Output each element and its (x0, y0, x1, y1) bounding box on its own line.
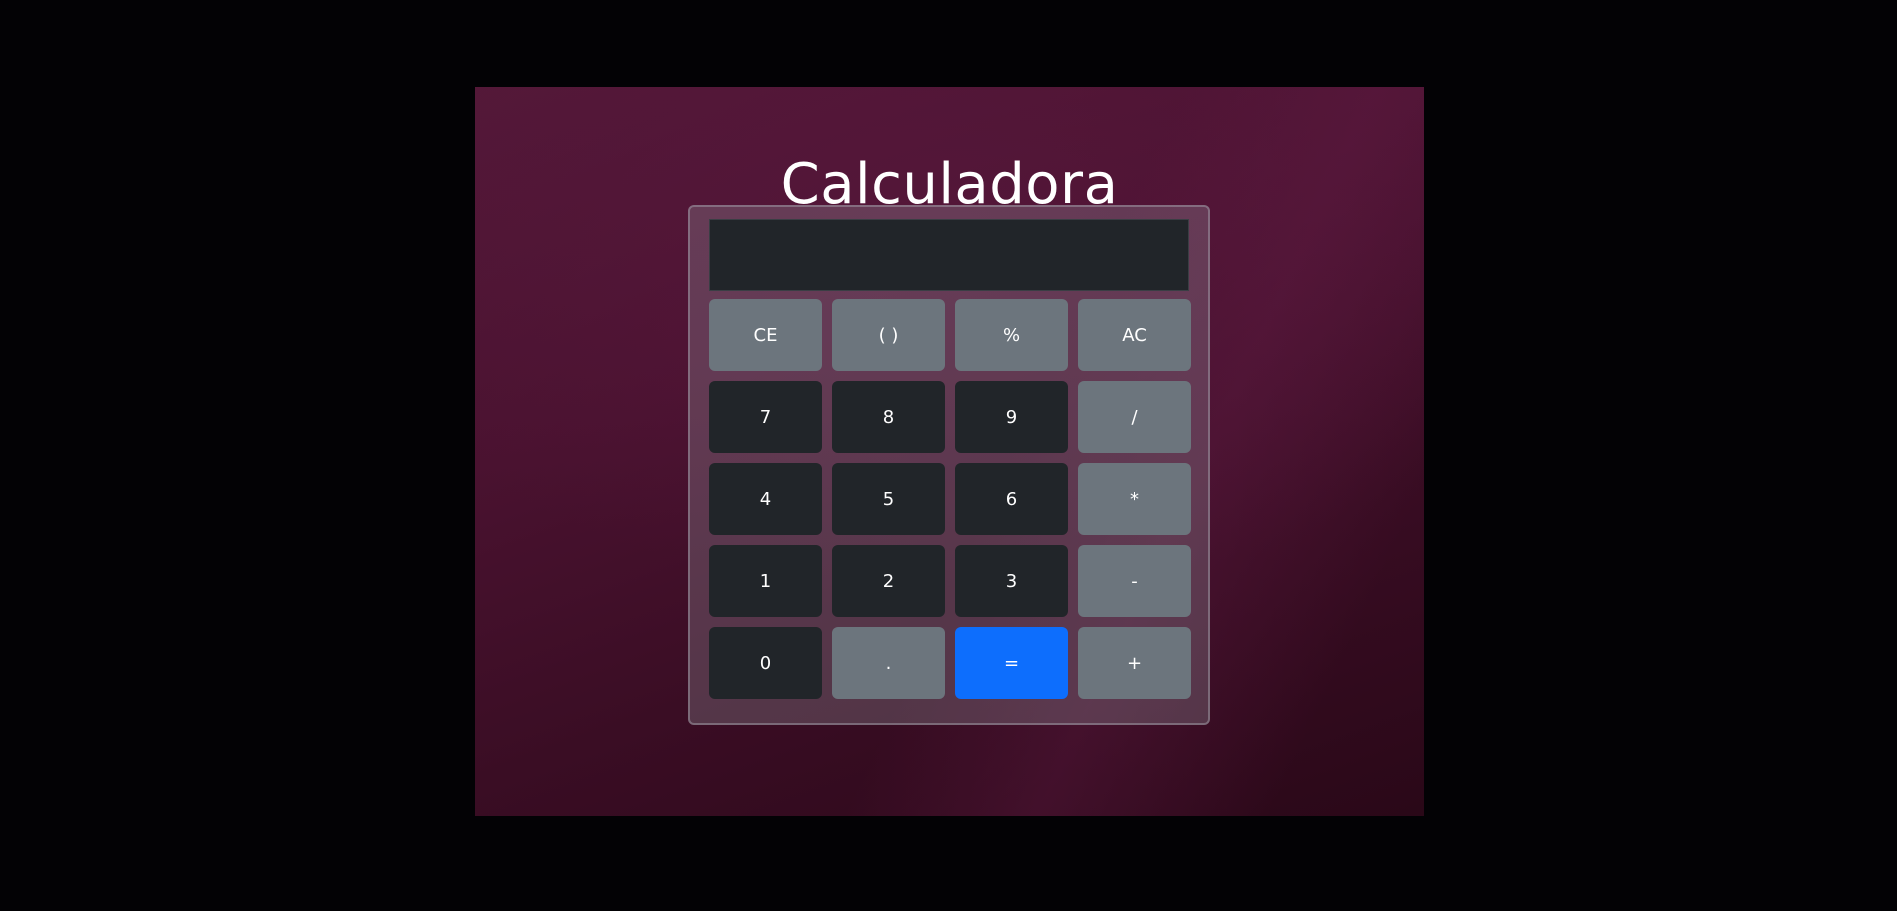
key-6[interactable]: 6 (955, 463, 1068, 535)
app-background: Calculadora CE ( ) % AC 7 8 9 / 4 5 6 * … (475, 87, 1424, 816)
key-7[interactable]: 7 (709, 381, 822, 453)
calculator-display[interactable] (709, 219, 1189, 291)
key-decimal[interactable]: . (832, 627, 945, 699)
key-2[interactable]: 2 (832, 545, 945, 617)
key-subtract[interactable]: - (1078, 545, 1191, 617)
key-1[interactable]: 1 (709, 545, 822, 617)
key-add[interactable]: + (1078, 627, 1191, 699)
key-clear-entry[interactable]: CE (709, 299, 822, 371)
key-3[interactable]: 3 (955, 545, 1068, 617)
key-0[interactable]: 0 (709, 627, 822, 699)
key-percent[interactable]: % (955, 299, 1068, 371)
key-parentheses[interactable]: ( ) (832, 299, 945, 371)
keypad: CE ( ) % AC 7 8 9 / 4 5 6 * 1 2 3 - 0 . … (709, 299, 1191, 699)
calculator-panel: CE ( ) % AC 7 8 9 / 4 5 6 * 1 2 3 - 0 . … (688, 205, 1210, 725)
key-9[interactable]: 9 (955, 381, 1068, 453)
key-divide[interactable]: / (1078, 381, 1191, 453)
key-8[interactable]: 8 (832, 381, 945, 453)
key-multiply[interactable]: * (1078, 463, 1191, 535)
key-4[interactable]: 4 (709, 463, 822, 535)
key-equals[interactable]: = (955, 627, 1068, 699)
key-all-clear[interactable]: AC (1078, 299, 1191, 371)
key-5[interactable]: 5 (832, 463, 945, 535)
